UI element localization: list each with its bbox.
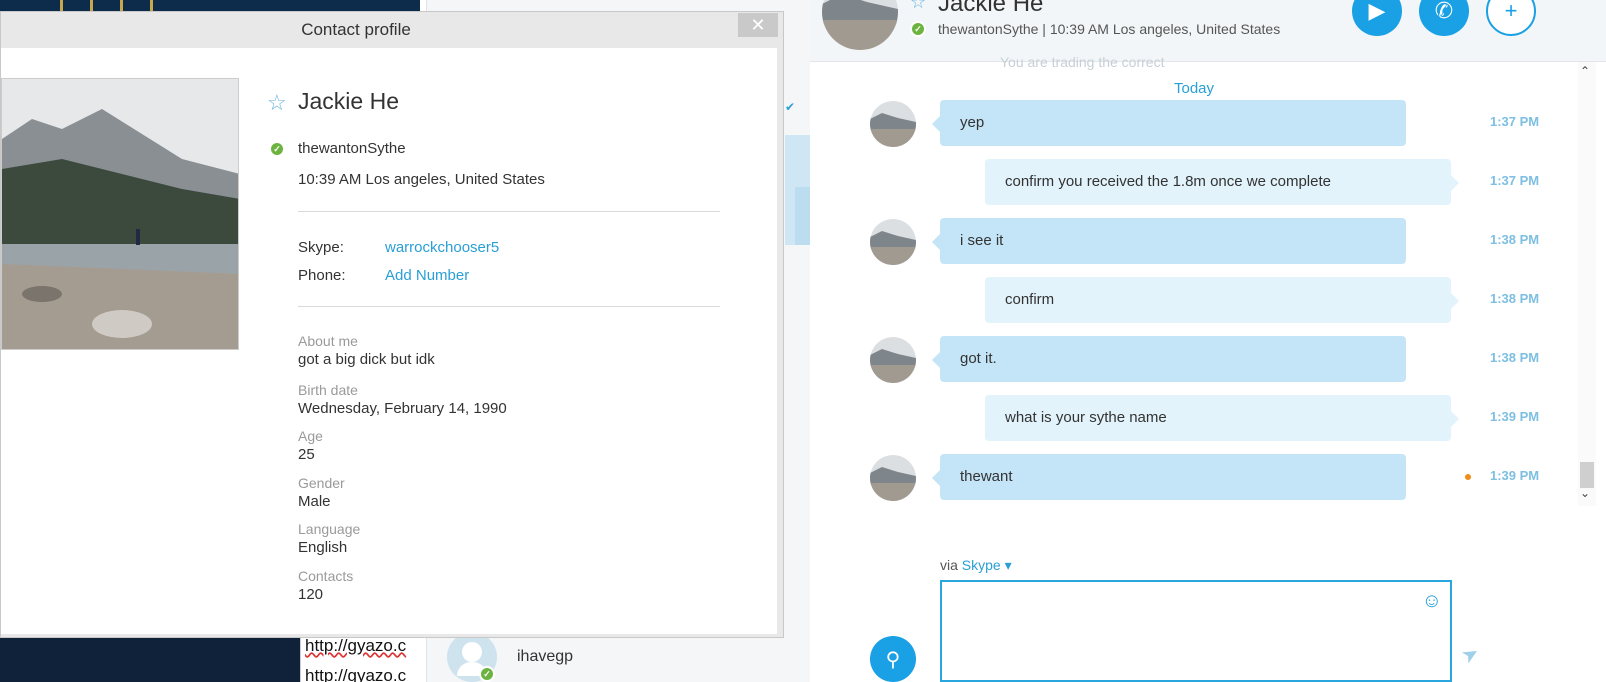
date-divider: Today xyxy=(1173,80,1215,97)
divider xyxy=(298,211,720,212)
about-me-value: got a big dick but idk xyxy=(298,351,435,368)
message-bubble[interactable]: i see it xyxy=(932,218,1406,264)
faded-previous-message: You are trading the correct xyxy=(1000,54,1165,70)
list-item[interactable]: ✓ ihavegp xyxy=(447,632,573,682)
message-bubble[interactable]: yep xyxy=(932,100,1406,146)
profile-name: Jackie He xyxy=(298,88,399,114)
message-bubble[interactable]: confirm you received the 1.8m once we co… xyxy=(985,159,1459,205)
chat-contact-name: Jackie He xyxy=(938,0,1044,17)
avatar[interactable] xyxy=(870,455,916,501)
paperclip-icon: ⚲ xyxy=(885,648,901,671)
video-call-button[interactable]: ▶ xyxy=(1352,0,1402,36)
phone-label: Phone: xyxy=(298,267,346,284)
smiley-icon[interactable]: ☺ xyxy=(1422,590,1442,613)
scroll-down-icon[interactable]: ⌄ xyxy=(1580,486,1590,500)
avatar[interactable] xyxy=(870,337,916,383)
message-row: what is your sythe name 1:39 PM xyxy=(810,395,1578,441)
message-bubble[interactable]: what is your sythe name xyxy=(985,395,1459,441)
add-number-link[interactable]: Add Number xyxy=(385,267,469,284)
add-person-icon: + xyxy=(1504,0,1518,23)
message-time: 1:38 PM xyxy=(1490,291,1540,306)
close-button[interactable]: ✕ xyxy=(738,13,778,37)
unread-indicator xyxy=(1465,474,1471,480)
online-status-icon: ✓ xyxy=(479,666,495,682)
message-row: thewant 1:39 PM xyxy=(810,454,1578,501)
message-time: 1:38 PM xyxy=(1490,350,1540,365)
chat-scrollbar[interactable]: ⌃ ⌄ xyxy=(1578,62,1596,506)
list-scrollbar[interactable] xyxy=(795,187,811,245)
voice-call-button[interactable]: ✆ xyxy=(1419,0,1469,36)
language-value: English xyxy=(298,539,348,556)
birth-date-label: Birth date xyxy=(298,382,358,398)
doc-line: http://gyazo.c xyxy=(305,666,407,682)
skype-id-link[interactable]: warrockchooser5 xyxy=(385,239,499,256)
gender-value: Male xyxy=(298,493,331,510)
online-status-icon: ✓ xyxy=(910,21,926,37)
contact-profile-dialog: Contact profile ✕ ☆ Jackie He ✓ thewanto… xyxy=(0,11,784,638)
message-time: 1:37 PM xyxy=(1490,114,1540,129)
divider xyxy=(298,306,720,307)
service-selector[interactable]: Skype xyxy=(962,557,1001,573)
avatar[interactable] xyxy=(870,219,916,265)
message-bubble[interactable]: got it. xyxy=(932,336,1406,382)
avatar[interactable] xyxy=(870,101,916,147)
doc-line: http://gyazo.c xyxy=(305,636,407,655)
age-label: Age xyxy=(298,428,323,444)
profile-handle: thewantonSythe xyxy=(298,140,406,157)
scrollbar-thumb[interactable] xyxy=(1580,462,1594,488)
message-row: yep 1:37 PM xyxy=(810,100,1578,147)
about-me-label: About me xyxy=(298,333,358,349)
skype-label: Skype: xyxy=(298,239,344,256)
language-label: Language xyxy=(298,521,361,537)
message-row: i see it 1:38 PM xyxy=(810,218,1578,265)
chat-pane: ☆ Jackie He ✓ thewantonSythe | 10:39 AM … xyxy=(810,0,1606,682)
favorite-star-icon[interactable]: ☆ xyxy=(267,90,287,116)
birth-date-value: Wednesday, February 14, 1990 xyxy=(298,400,507,417)
via-service: via Skype ▾ xyxy=(940,557,1012,574)
age-value: 25 xyxy=(298,446,315,463)
message-input[interactable]: ☺ xyxy=(940,580,1452,682)
chat-header: ☆ Jackie He ✓ thewantonSythe | 10:39 AM … xyxy=(810,0,1606,62)
dialog-title: Contact profile xyxy=(301,20,411,39)
send-icon[interactable]: ➤ xyxy=(1457,639,1484,669)
profile-location: 10:39 AM Los angeles, United States xyxy=(298,171,545,188)
message-bubble[interactable]: confirm xyxy=(985,277,1459,323)
avatar[interactable] xyxy=(822,0,898,50)
message-row: confirm 1:38 PM xyxy=(810,277,1578,323)
message-time: 1:37 PM xyxy=(1490,173,1540,188)
gender-label: Gender xyxy=(298,475,345,491)
via-prefix: via xyxy=(940,557,958,573)
add-people-button[interactable]: + xyxy=(1486,0,1536,36)
phone-icon: ✆ xyxy=(1434,0,1454,23)
background-document: http://gyazo.c http://gyazo.c xyxy=(300,632,420,682)
chevron-down-icon[interactable]: ▾ xyxy=(1005,557,1012,573)
message-time: 1:38 PM xyxy=(1490,232,1540,247)
attach-button[interactable]: ⚲ xyxy=(870,636,916,682)
chat-contact-subtitle: thewantonSythe | 10:39 AM Los angeles, U… xyxy=(938,21,1281,37)
favorite-star-icon[interactable]: ☆ xyxy=(910,0,926,13)
message-row: confirm you received the 1.8m once we co… xyxy=(810,159,1578,205)
message-time: 1:39 PM xyxy=(1490,468,1540,483)
profile-photo xyxy=(1,78,239,350)
desktop-background-bottom xyxy=(0,638,300,682)
avatar: ✓ xyxy=(447,632,497,682)
contact-name: ihavegp xyxy=(517,648,574,665)
message-row: got it. 1:38 PM xyxy=(810,336,1578,383)
contacts-value: 120 xyxy=(298,586,324,603)
video-icon: ▶ xyxy=(1368,0,1386,23)
contacts-label: Contacts xyxy=(298,568,354,584)
scroll-up-icon[interactable]: ⌃ xyxy=(1580,64,1590,78)
message-time: 1:39 PM xyxy=(1490,409,1540,424)
dialog-body: ☆ Jackie He ✓ thewantonSythe 10:39 AM Lo… xyxy=(1,48,777,634)
online-status-icon: ✓ xyxy=(269,141,285,157)
message-bubble[interactable]: thewant xyxy=(932,454,1406,500)
check-icon: ✔ xyxy=(785,100,796,114)
